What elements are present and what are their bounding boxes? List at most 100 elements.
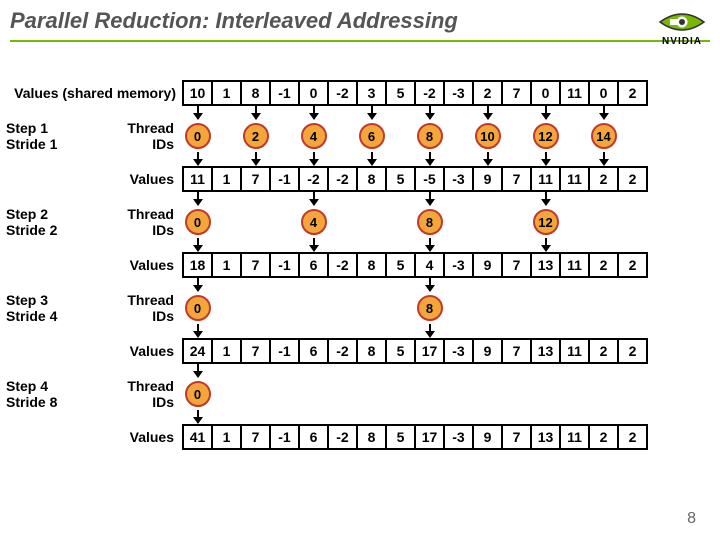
value-cell: 5: [385, 252, 416, 278]
value-cell: -2: [298, 166, 329, 192]
value-cell: 13: [530, 338, 561, 364]
arrow-slot: [385, 327, 416, 339]
tid-slot: [472, 381, 503, 407]
value-cell: 11: [559, 338, 590, 364]
arrow-slot: [240, 281, 271, 293]
tid-slot: [356, 209, 387, 235]
tid-slot: [472, 209, 503, 235]
arrow-slot: [356, 281, 387, 293]
value-cell: -1: [269, 424, 300, 450]
arrow-slot: [298, 367, 329, 379]
values-label: Values: [70, 343, 182, 359]
down-arrow-icon: [307, 192, 321, 206]
arrow-slot: [327, 241, 358, 253]
arrow-slot: [356, 195, 387, 207]
tid-slot: [501, 381, 532, 407]
tid-slot: 12: [530, 209, 561, 235]
down-arrow-icon: [191, 238, 205, 252]
page-title: Parallel Reduction: Interleaved Addressi…: [10, 8, 710, 34]
arrow-slot: [414, 241, 445, 253]
thread-ids-label: ThreadIDs: [70, 206, 182, 238]
arrow-slot: [559, 281, 590, 293]
tid-slot: [385, 123, 416, 149]
down-arrow-icon: [423, 278, 437, 292]
value-cell: 10: [182, 80, 213, 106]
arrow-slot: [385, 367, 416, 379]
arrow-slot: [298, 241, 329, 253]
tid-slot: 0: [182, 209, 213, 235]
value-cell: -3: [443, 80, 474, 106]
page-number: 8: [687, 510, 696, 528]
arrow-slot: [443, 327, 474, 339]
arrow-slot: [211, 367, 242, 379]
step-label: Step 1Stride 1: [0, 120, 70, 152]
value-cell: 1: [211, 424, 242, 450]
arrow-slot: [472, 367, 503, 379]
tid-slot: [327, 209, 358, 235]
thread-id-badge: 0: [185, 381, 211, 407]
arrow-slot: [472, 241, 503, 253]
value-cell: -3: [443, 252, 474, 278]
arrow-slot: [588, 281, 619, 293]
arrow-slot: [211, 109, 242, 121]
arrow-slot: [559, 413, 590, 425]
arrow-slot: [617, 327, 648, 339]
value-cell: -2: [414, 80, 445, 106]
value-cell: -2: [327, 424, 358, 450]
value-cell: 7: [501, 166, 532, 192]
value-cell: 2: [588, 338, 619, 364]
arrow-slot: [182, 241, 213, 253]
value-cell: 2: [588, 252, 619, 278]
arrow-slot: [298, 109, 329, 121]
arrow-slot: [269, 155, 300, 167]
arrow-slot: [530, 327, 561, 339]
value-cell: -3: [443, 338, 474, 364]
arrow-slot: [269, 281, 300, 293]
value-cell: 7: [240, 338, 271, 364]
value-cell: 7: [240, 166, 271, 192]
arrow-slot: [443, 413, 474, 425]
arrow-slot: [501, 281, 532, 293]
arrow-slot: [182, 155, 213, 167]
value-cell: 2: [617, 166, 648, 192]
arrow-slot: [327, 195, 358, 207]
arrow-slot: [385, 281, 416, 293]
down-arrow-icon: [249, 106, 263, 120]
arrow-slot: [617, 195, 648, 207]
arrow-slot: [298, 195, 329, 207]
thread-id-badge: 0: [185, 295, 211, 321]
tid-slot: [530, 295, 561, 321]
arrow-slot: [559, 195, 590, 207]
arrow-slot: [443, 241, 474, 253]
arrow-slot: [385, 413, 416, 425]
step-label: Step 2Stride 2: [0, 206, 70, 238]
tid-slot: [617, 123, 648, 149]
arrow-slot: [356, 155, 387, 167]
tid-slot: [617, 209, 648, 235]
tid-slot: [588, 381, 619, 407]
value-cell: 6: [298, 338, 329, 364]
value-cell: 2: [617, 424, 648, 450]
tid-slot: [211, 209, 242, 235]
title-bar: Parallel Reduction: Interleaved Addressi…: [10, 8, 710, 42]
value-cell: 0: [588, 80, 619, 106]
thread-ids-label: ThreadIDs: [70, 378, 182, 410]
arrow-slot: [269, 195, 300, 207]
arrow-slot: [617, 413, 648, 425]
value-cell: 6: [298, 252, 329, 278]
value-cell: 1: [211, 252, 242, 278]
tid-slot: [588, 295, 619, 321]
arrow-slot: [414, 155, 445, 167]
arrow-slot: [559, 367, 590, 379]
thread-id-badge: 10: [475, 123, 501, 149]
arrow-slot: [240, 109, 271, 121]
tid-slot: [240, 381, 271, 407]
arrow-slot: [298, 327, 329, 339]
down-arrow-icon: [539, 192, 553, 206]
thread-id-badge: 8: [417, 209, 443, 235]
arrow-slot: [182, 367, 213, 379]
value-cell: -3: [443, 424, 474, 450]
arrow-slot: [269, 241, 300, 253]
arrow-slot: [472, 195, 503, 207]
arrow-slot: [356, 241, 387, 253]
